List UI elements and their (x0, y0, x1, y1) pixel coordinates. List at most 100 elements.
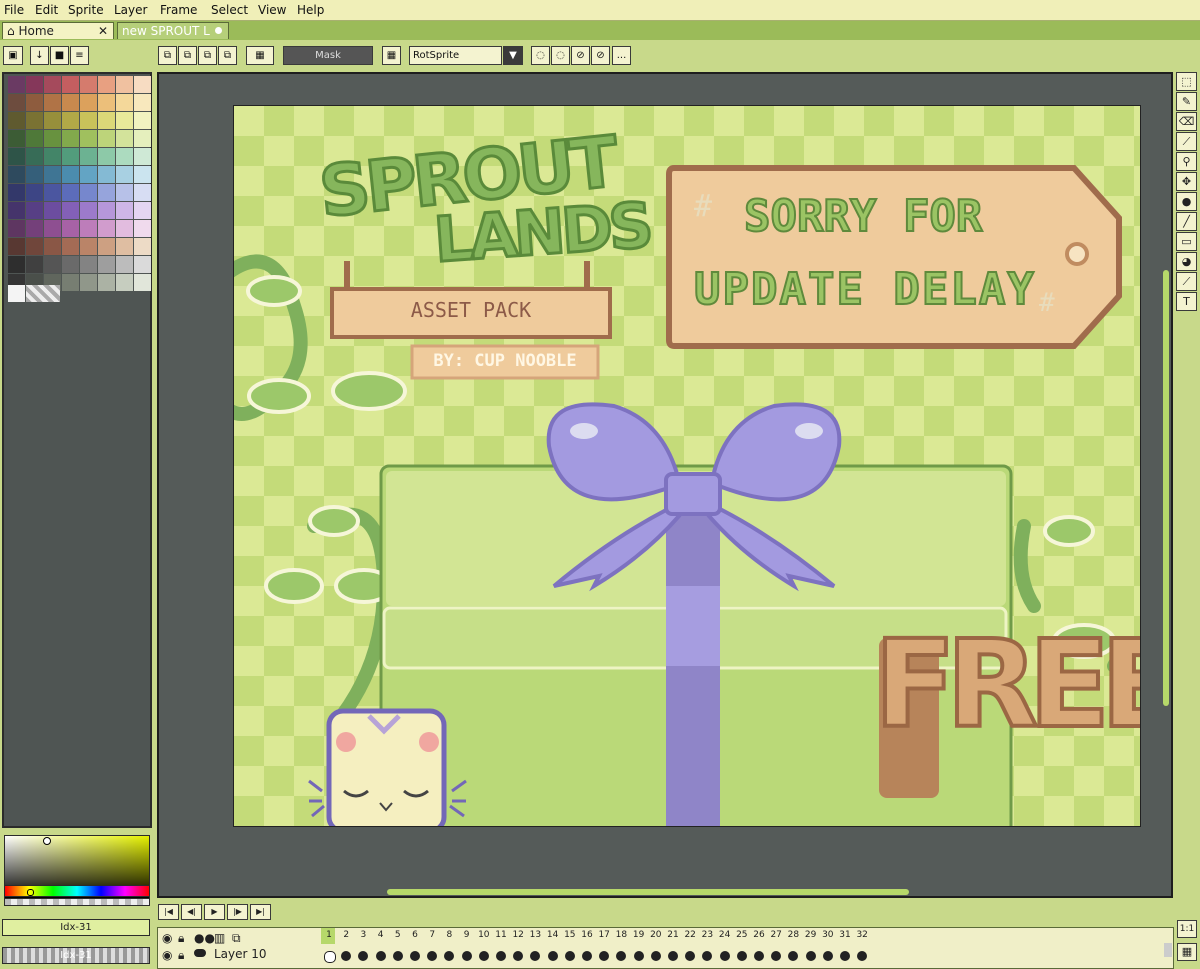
continuous-icon[interactable]: ●● (194, 931, 215, 945)
cel-dot[interactable] (736, 951, 747, 961)
frame-number[interactable]: 1 (321, 930, 337, 940)
tab-sprite[interactable]: new SPROUT L (117, 22, 229, 39)
palette-swatch[interactable] (80, 256, 97, 273)
cel-dot[interactable] (771, 951, 782, 961)
frame-number[interactable]: 31 (837, 930, 853, 940)
palette-swatch[interactable] (62, 256, 79, 273)
frame-number[interactable]: 7 (424, 930, 440, 940)
frame-number[interactable]: 24 (717, 930, 733, 940)
palette-swatch[interactable] (62, 166, 79, 183)
palette-swatch[interactable] (62, 202, 79, 219)
palette-swatch[interactable] (44, 184, 61, 201)
line-tool-icon[interactable]: ╱ (1176, 212, 1197, 231)
cel-dot[interactable] (564, 951, 575, 961)
frame-number[interactable]: 3 (355, 930, 371, 940)
palette-swatch[interactable] (116, 76, 133, 93)
palette-swatch[interactable] (62, 184, 79, 201)
palette-swatch[interactable] (116, 148, 133, 165)
palette-swatch[interactable] (8, 148, 25, 165)
cel-dot[interactable] (805, 951, 816, 961)
frame-number[interactable]: 30 (820, 930, 836, 940)
cel-dot[interactable] (840, 951, 850, 961)
palette-swatch[interactable] (80, 184, 97, 201)
palette-swatch[interactable] (8, 76, 25, 93)
palette-swatch[interactable] (62, 274, 79, 291)
cel-dot[interactable] (582, 951, 592, 961)
menu-view[interactable]: View (258, 3, 286, 17)
cel-dot[interactable] (375, 951, 386, 961)
palette-swatch[interactable] (8, 184, 25, 201)
palette-swatch[interactable] (44, 166, 61, 183)
palette-swatch[interactable] (26, 112, 43, 129)
cel-dot[interactable] (633, 951, 644, 961)
palette-swatch[interactable] (62, 148, 79, 165)
palette-swatch[interactable] (98, 94, 115, 111)
cel-dot[interactable] (478, 951, 489, 961)
cel-dot[interactable] (392, 951, 403, 961)
palette-swatch[interactable] (98, 238, 115, 255)
hue-slider[interactable] (4, 885, 150, 897)
rectangle-tool-icon[interactable]: ▭ (1176, 232, 1197, 251)
alpha-slider[interactable] (4, 898, 150, 906)
frame-number[interactable]: 22 (682, 930, 698, 940)
palette-swatch[interactable] (134, 166, 151, 183)
menu-edit[interactable]: Edit (35, 3, 58, 17)
palette-swatch[interactable] (8, 220, 25, 237)
cel-dot[interactable] (513, 951, 524, 961)
cel-dot[interactable] (358, 951, 369, 961)
cel-dot[interactable] (496, 951, 506, 961)
slice-tool-icon[interactable]: ⟋ (1176, 272, 1197, 291)
frame-number[interactable]: 10 (476, 930, 492, 940)
palette-swatch[interactable] (116, 274, 133, 291)
vertical-scrollbar[interactable] (1163, 270, 1169, 706)
frame-number[interactable]: 12 (510, 930, 526, 940)
selection-add-icon[interactable]: ⧉ (178, 46, 197, 65)
palette-swatch[interactable] (80, 112, 97, 129)
palette-swatch[interactable] (26, 202, 43, 219)
frame-number[interactable]: 27 (768, 930, 784, 940)
horizontal-scrollbar[interactable] (387, 889, 909, 895)
pencil-tool-icon[interactable]: ✎ (1176, 92, 1197, 111)
frame-number[interactable]: 32 (854, 930, 870, 940)
layer-name[interactable]: Layer 10 (214, 947, 267, 961)
palette-swatch[interactable] (44, 130, 61, 147)
palette-swatch[interactable] (44, 112, 61, 129)
menu-help[interactable]: Help (297, 3, 324, 17)
zoom-tool-icon[interactable]: ⚲ (1176, 152, 1197, 171)
palette-swatch[interactable] (8, 202, 25, 219)
palette-swatch[interactable] (26, 238, 43, 255)
palette-swatch[interactable] (134, 220, 151, 237)
palette-swatch[interactable] (26, 184, 43, 201)
selection-replace-icon[interactable]: ⧉ (158, 46, 177, 65)
square-icon[interactable]: ■ (50, 46, 69, 65)
layer-options-icon[interactable]: ▥ (214, 931, 225, 945)
layer-continuous-icon[interactable] (194, 949, 206, 957)
palette-swatch[interactable] (26, 76, 43, 93)
palette-swatch[interactable] (62, 112, 79, 129)
frame-number[interactable]: 13 (527, 930, 543, 940)
last-frame-icon[interactable]: ▶| (250, 904, 271, 920)
chevron-down-icon[interactable]: ▼ (503, 46, 523, 65)
palette-swatch[interactable] (44, 256, 61, 273)
palette-swatch[interactable] (80, 274, 97, 291)
eraser-tool-icon[interactable]: ⌫ (1176, 112, 1197, 131)
mask-button[interactable]: Mask (283, 46, 373, 65)
transform-option-1-icon[interactable]: ◌ (531, 46, 550, 65)
palette-swatch[interactable] (116, 166, 133, 183)
palette-swatch[interactable] (80, 94, 97, 111)
palette-swatch[interactable] (98, 256, 115, 273)
palette-swatch[interactable] (80, 238, 97, 255)
cel-dot[interactable] (668, 951, 678, 961)
more-options-button[interactable]: ... (612, 46, 631, 65)
palette-swatch-transparent[interactable] (26, 285, 60, 302)
cel-dot[interactable] (530, 951, 541, 961)
frame-number[interactable]: 23 (699, 930, 715, 940)
palette-swatch[interactable] (80, 76, 97, 93)
menu-frame[interactable]: Frame (160, 3, 197, 17)
frame-number[interactable]: 21 (665, 930, 681, 940)
transform-option-4-icon[interactable]: ⊘ (591, 46, 610, 65)
layer-lock-icon[interactable]: 🔒︎ (178, 948, 184, 963)
palette-swatch[interactable] (26, 130, 43, 147)
palette-swatch[interactable] (134, 94, 151, 111)
sprite-canvas[interactable]: # # SPROUT LANDS ASSET PACK BY: CUP NOOB… (233, 105, 1141, 827)
